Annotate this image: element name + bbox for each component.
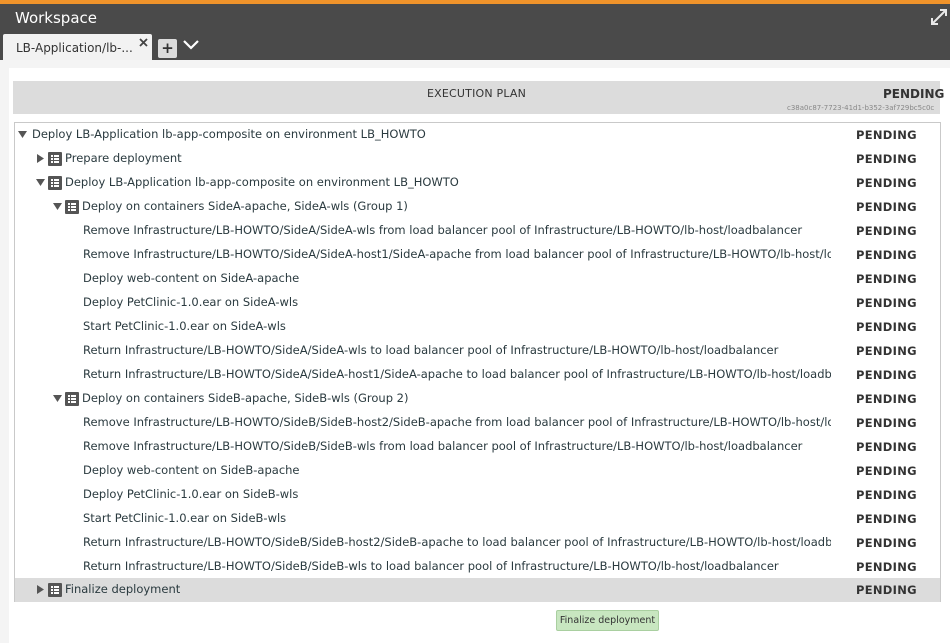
step-status: PENDING (856, 296, 917, 310)
tab-label: LB-Application/lb-... (16, 41, 133, 55)
step-status: PENDING (856, 128, 917, 142)
step-status: PENDING (856, 464, 917, 478)
step-label: Remove Infrastructure/LB-HOWTO/SideB/Sid… (83, 415, 831, 429)
step-status: PENDING (856, 416, 917, 430)
plan-step-row[interactable]: Return Infrastructure/LB-HOWTO/SideB/Sid… (15, 555, 940, 579)
plan-step-row[interactable]: Start PetClinic-1.0.ear on SideB-wls PEND… (15, 507, 940, 531)
tab-lb-application[interactable]: LB-Application/lb-... (3, 34, 152, 60)
step-status: PENDING (856, 368, 917, 382)
window-titlebar: Workspace (0, 4, 950, 32)
caret-down-icon[interactable] (36, 178, 45, 187)
step-status: PENDING (856, 440, 917, 454)
chevron-down-icon[interactable] (183, 39, 199, 51)
caret-right-icon[interactable] (36, 154, 45, 163)
step-label: Finalize deployment (65, 582, 181, 596)
plan-step-row[interactable]: Return Infrastructure/LB-HOWTO/SideA/Sid… (15, 339, 940, 363)
finalize-deployment-button[interactable]: Finalize deployment (556, 610, 659, 631)
plan-step-row[interactable]: Finalize deployment PENDING (15, 578, 940, 602)
step-status: PENDING (856, 200, 917, 214)
step-label: Remove Infrastructure/LB-HOWTO/SideA/Sid… (83, 223, 803, 237)
step-label: Start PetClinic-1.0.ear on SideA-wls (83, 319, 286, 333)
plan-step-row[interactable]: Start PetClinic-1.0.ear on SideA-wls PEND… (15, 315, 940, 339)
plan-title: EXECUTION PLAN (427, 87, 527, 100)
caret-down-icon[interactable] (53, 394, 62, 403)
step-status: PENDING (856, 152, 917, 166)
step-status: PENDING (856, 512, 917, 526)
step-list-icon (48, 176, 62, 190)
step-status: PENDING (856, 224, 917, 238)
plan-step-row[interactable]: Return Infrastructure/LB-HOWTO/SideB/Sid… (15, 531, 940, 555)
expand-icon[interactable] (930, 8, 948, 26)
plan-step-row[interactable]: Remove Infrastructure/LB-HOWTO/SideA/Sid… (15, 219, 940, 243)
step-status: PENDING (856, 176, 917, 190)
step-label: Return Infrastructure/LB-HOWTO/SideA/Sid… (83, 343, 779, 357)
step-status: PENDING (856, 536, 917, 550)
plan-step-row[interactable]: Deploy on containers SideA-apache, SideA… (15, 195, 940, 219)
step-list-icon (65, 200, 79, 214)
plan-step-row[interactable]: Deploy on containers SideB-apache, SideB… (15, 387, 940, 411)
step-label: Return Infrastructure/LB-HOWTO/SideB/Sid… (83, 559, 779, 573)
execution-plan-tree: Deploy LB-Application lb-app-composite o… (14, 122, 941, 602)
plan-step-row[interactable]: Return Infrastructure/LB-HOWTO/SideA/Sid… (15, 363, 940, 387)
step-label: Deploy LB-Application lb-app-composite o… (65, 175, 459, 189)
step-label: Deploy web-content on SideA-apache (83, 271, 300, 285)
step-list-icon (48, 152, 62, 166)
step-status: PENDING (856, 583, 917, 597)
caret-down-icon[interactable] (18, 130, 27, 139)
plan-step-row[interactable]: Prepare deployment PENDING (15, 147, 940, 171)
step-label: Deploy PetClinic-1.0.ear on SideA-wls (83, 295, 299, 309)
step-label: Deploy LB-Application lb-app-composite o… (32, 127, 426, 141)
step-label: Return Infrastructure/LB-HOWTO/SideA/Sid… (83, 367, 831, 381)
plan-step-row[interactable]: Remove Infrastructure/LB-HOWTO/SideA/Sid… (15, 243, 940, 267)
step-label: Deploy on containers SideB-apache, SideB… (82, 391, 409, 405)
plan-step-row[interactable]: Deploy LB-Application lb-app-composite o… (15, 123, 940, 147)
step-status: PENDING (856, 344, 917, 358)
plan-step-row[interactable]: Deploy PetClinic-1.0.ear on SideB-wls PEN… (15, 483, 940, 507)
step-status: PENDING (856, 248, 917, 262)
task-id: c38a0c87-7723-41d1-b352-3af729bc5c0c (787, 104, 935, 112)
step-label: Remove Infrastructure/LB-HOWTO/SideA/Sid… (83, 247, 831, 261)
step-label: Prepare deployment (65, 151, 182, 165)
step-label: Remove Infrastructure/LB-HOWTO/SideB/Sid… (83, 439, 803, 453)
plan-step-row[interactable]: Deploy PetClinic-1.0.ear on SideA-wls PEN… (15, 291, 940, 315)
step-label: Deploy web-content on SideB-apache (83, 463, 300, 477)
plan-step-row[interactable]: Remove Infrastructure/LB-HOWTO/SideB/Sid… (15, 435, 940, 459)
plan-step-row[interactable]: Remove Infrastructure/LB-HOWTO/SideB/Sid… (15, 411, 940, 435)
step-label: Deploy on containers SideA-apache, SideA… (82, 199, 408, 213)
caret-right-icon[interactable] (36, 585, 45, 594)
step-label: Deploy PetClinic-1.0.ear on SideB-wls (83, 487, 299, 501)
step-label: Start PetClinic-1.0.ear on SideB-wls (83, 511, 287, 525)
step-status: PENDING (856, 488, 917, 502)
plan-status: PENDING (883, 87, 945, 101)
plan-step-row[interactable]: Deploy LB-Application lb-app-composite o… (15, 171, 940, 195)
caret-down-icon[interactable] (53, 202, 62, 211)
tab-bar: LB-Application/lb-... + (0, 32, 950, 60)
step-list-icon (48, 583, 62, 597)
step-status: PENDING (856, 272, 917, 286)
plan-step-row[interactable]: Deploy web-content on SideA-apache PENDIN… (15, 267, 940, 291)
step-label: Return Infrastructure/LB-HOWTO/SideB/Sid… (83, 535, 831, 549)
plan-step-row[interactable]: Deploy web-content on SideB-apache PENDIN… (15, 459, 940, 483)
close-icon[interactable] (139, 38, 148, 47)
step-status: PENDING (856, 392, 917, 406)
step-list-icon (65, 392, 79, 406)
step-status: PENDING (856, 560, 917, 574)
add-tab-button[interactable]: + (158, 39, 177, 58)
step-status: PENDING (856, 320, 917, 334)
window-title: Workspace (15, 9, 97, 27)
